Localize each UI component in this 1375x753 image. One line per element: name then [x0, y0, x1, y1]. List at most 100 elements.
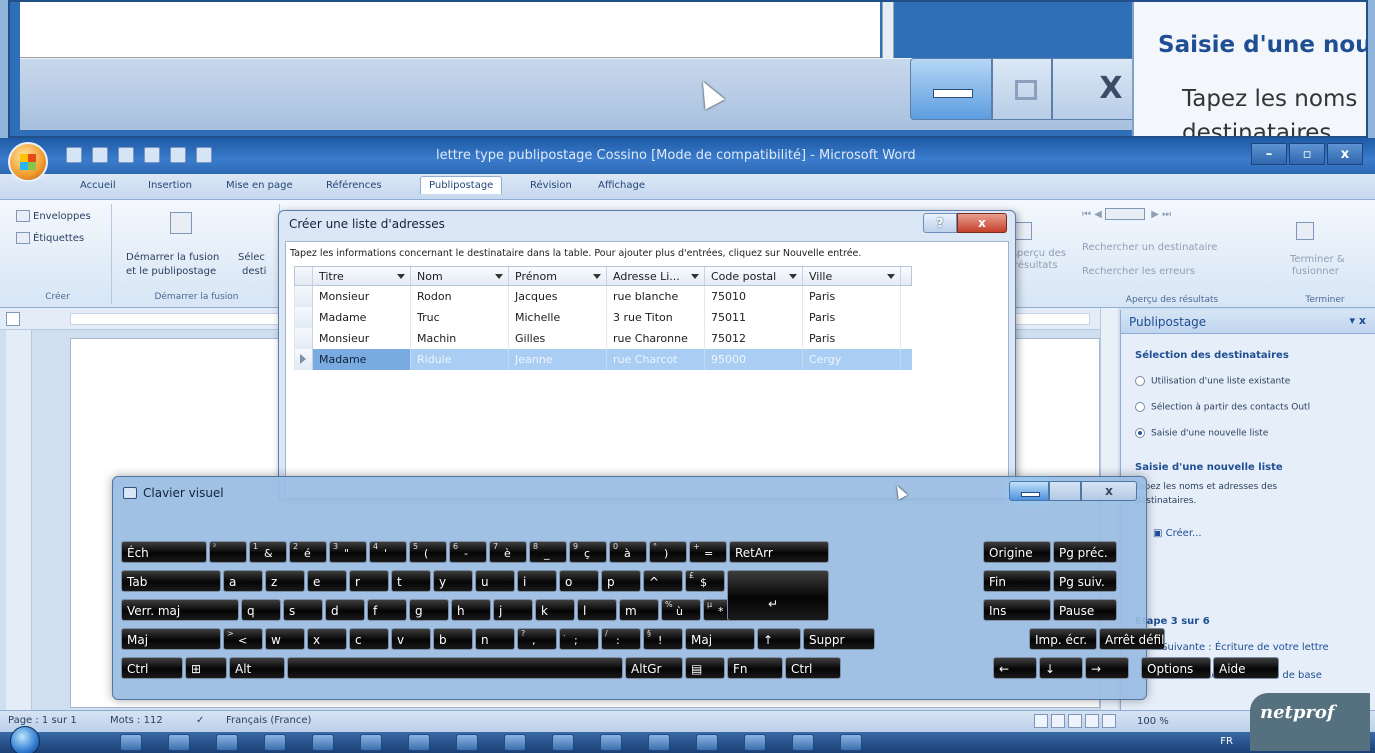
key-row2-1[interactable]: a [223, 570, 263, 592]
dropdown-arrow-icon[interactable] [593, 274, 601, 279]
option-nouvelle-liste[interactable]: Saisie d'une nouvelle liste [1135, 428, 1268, 439]
table-cell[interactable]: Paris [803, 286, 901, 307]
view-draft-icon[interactable] [1102, 714, 1116, 728]
column-header-titre[interactable]: Titre [313, 267, 411, 285]
key-row1-5[interactable]: 4 ' [369, 541, 407, 563]
key-row4-11[interactable]: §! [643, 628, 683, 650]
key-row1-3[interactable]: 2é [289, 541, 327, 563]
key-row4-0[interactable]: Maj [121, 628, 221, 650]
etiquettes-button[interactable]: Étiquettes [16, 232, 84, 244]
view-fullscreen-icon[interactable] [1051, 714, 1065, 728]
radio-selected-icon[interactable] [1135, 428, 1145, 438]
status-word-count[interactable]: Mots : 112 [110, 715, 163, 726]
key-row4-13[interactable]: ↑ [757, 628, 801, 650]
key-row3-1[interactable]: q [241, 599, 281, 621]
key-row2-8[interactable]: i [517, 570, 557, 592]
dropdown-arrow-icon[interactable] [397, 274, 405, 279]
key-row2-13[interactable]: Fin [983, 570, 1051, 592]
key-row4-9[interactable]: .; [559, 628, 599, 650]
tab-insertion[interactable]: Insertion [148, 180, 192, 191]
table-cell[interactable]: rue Charonne [607, 328, 705, 349]
option-liste-existante[interactable]: Utilisation d'une liste existante [1135, 376, 1290, 387]
key-row1-8[interactable]: 7è [489, 541, 527, 563]
undo-icon[interactable] [92, 147, 108, 163]
select-recipients-button[interactable]: Sélec [238, 252, 265, 263]
minimize-button[interactable]: – [1251, 143, 1287, 165]
app-icon-13[interactable] [840, 734, 862, 751]
app-icon-10[interactable] [696, 734, 718, 751]
key-row2-9[interactable]: o [559, 570, 599, 592]
key-row5-12[interactable]: Aide [1213, 657, 1279, 679]
column-header-prenom[interactable]: Prénom [509, 267, 607, 285]
find-errors-button[interactable]: Rechercher les erreurs [1082, 266, 1195, 277]
save-icon[interactable] [66, 147, 82, 163]
radio-icon[interactable] [1135, 402, 1145, 412]
find-recipient-button[interactable]: Rechercher un destinataire [1082, 242, 1217, 253]
table-cell[interactable]: Monsieur [313, 286, 411, 307]
option-contacts-outlook[interactable]: Sélection à partir des contacts Outl [1135, 402, 1310, 413]
table-cell[interactable]: Madame [313, 307, 411, 328]
key-row3-11[interactable]: % ù [661, 599, 701, 621]
table-cell[interactable]: Jacques [509, 286, 607, 307]
app-icon-5[interactable] [456, 734, 478, 751]
key-row5-0[interactable]: Ctrl [121, 657, 183, 679]
table-cell[interactable]: 75011 [705, 307, 803, 328]
table-cell[interactable]: Rodon [411, 286, 509, 307]
key-row3-14[interactable]: Pause [1053, 599, 1117, 621]
column-header-adresse[interactable]: Adresse Li... [607, 267, 705, 285]
dropdown-arrow-icon[interactable] [887, 274, 895, 279]
key-row3-0[interactable]: Verr. maj [121, 599, 239, 621]
table-cell[interactable]: Ridule [411, 349, 509, 370]
table-row[interactable]: Madame Truc Michelle 3 rue Titon 75011 P… [294, 307, 912, 328]
key-row4-2[interactable]: w [265, 628, 305, 650]
app-icon-2[interactable] [312, 734, 334, 751]
radio-icon[interactable] [1135, 376, 1145, 386]
key-row1-1[interactable]: ² [209, 541, 247, 563]
key-row4-4[interactable]: c [349, 628, 389, 650]
start-merge-icon[interactable] [170, 212, 195, 234]
key-row5-2[interactable]: Alt [229, 657, 285, 679]
app-icon-6[interactable] [504, 734, 526, 751]
start-merge-button[interactable]: Démarrer la fusion [126, 252, 219, 263]
key-row4-1[interactable]: > < [223, 628, 263, 650]
finish-merge-button-line2[interactable]: fusionner [1292, 266, 1339, 277]
key-row4-7[interactable]: n [475, 628, 515, 650]
key-row4-10[interactable]: /: [601, 628, 641, 650]
record-navigator[interactable]: ⏮ ◀ ▶ ⏭ [1082, 208, 1171, 220]
key-row2-14[interactable]: Pg suiv. [1053, 570, 1117, 592]
key-row1-2[interactable]: 1 & [249, 541, 287, 563]
key-row5-6[interactable]: Fn [727, 657, 783, 679]
table-row[interactable]: Monsieur Machin Gilles rue Charonne 7501… [294, 328, 912, 349]
key-row1-15[interactable]: Origine [983, 541, 1051, 563]
keyboard-maximize-button[interactable] [1049, 481, 1081, 501]
view-print-icon[interactable] [1034, 714, 1048, 728]
table-cell[interactable]: Monsieur [313, 328, 411, 349]
key-row4-16[interactable]: Arrêt défil [1099, 628, 1165, 650]
key-row2-12[interactable]: £ $ [685, 570, 725, 592]
ie-icon[interactable] [120, 734, 142, 751]
table-cell[interactable]: Gilles [509, 328, 607, 349]
table-cell[interactable]: 3 rue Titon [607, 307, 705, 328]
key-row5-4[interactable]: AltGr [625, 657, 683, 679]
print-icon[interactable] [144, 147, 160, 163]
key-row3-9[interactable]: l [577, 599, 617, 621]
key-row3-5[interactable]: g [409, 599, 449, 621]
key-row1-13[interactable]: + = [689, 541, 727, 563]
close-button[interactable]: x [1327, 143, 1363, 165]
view-outline-icon[interactable] [1085, 714, 1099, 728]
magnified-maximize-button[interactable] [992, 58, 1052, 120]
app-icon-3[interactable] [360, 734, 382, 751]
table-cell[interactable]: 95000 [705, 349, 803, 370]
key-row5-10[interactable]: → [1085, 657, 1129, 679]
app-icon-12[interactable] [792, 734, 814, 751]
table-row-selected[interactable]: Madame Ridule Jeanne rue Charcot 95000 C… [294, 349, 912, 370]
row-selector[interactable] [295, 307, 313, 328]
tab-selector[interactable] [6, 312, 20, 326]
key-row4-6[interactable]: b [433, 628, 473, 650]
key-enter[interactable]: ↵ [727, 570, 829, 621]
explorer-icon[interactable] [168, 734, 190, 751]
table-cell[interactable]: rue Charcot [607, 349, 705, 370]
key-row3-3[interactable]: d [325, 599, 365, 621]
key-row3-7[interactable]: j [493, 599, 533, 621]
tab-references[interactable]: Références [326, 180, 382, 191]
